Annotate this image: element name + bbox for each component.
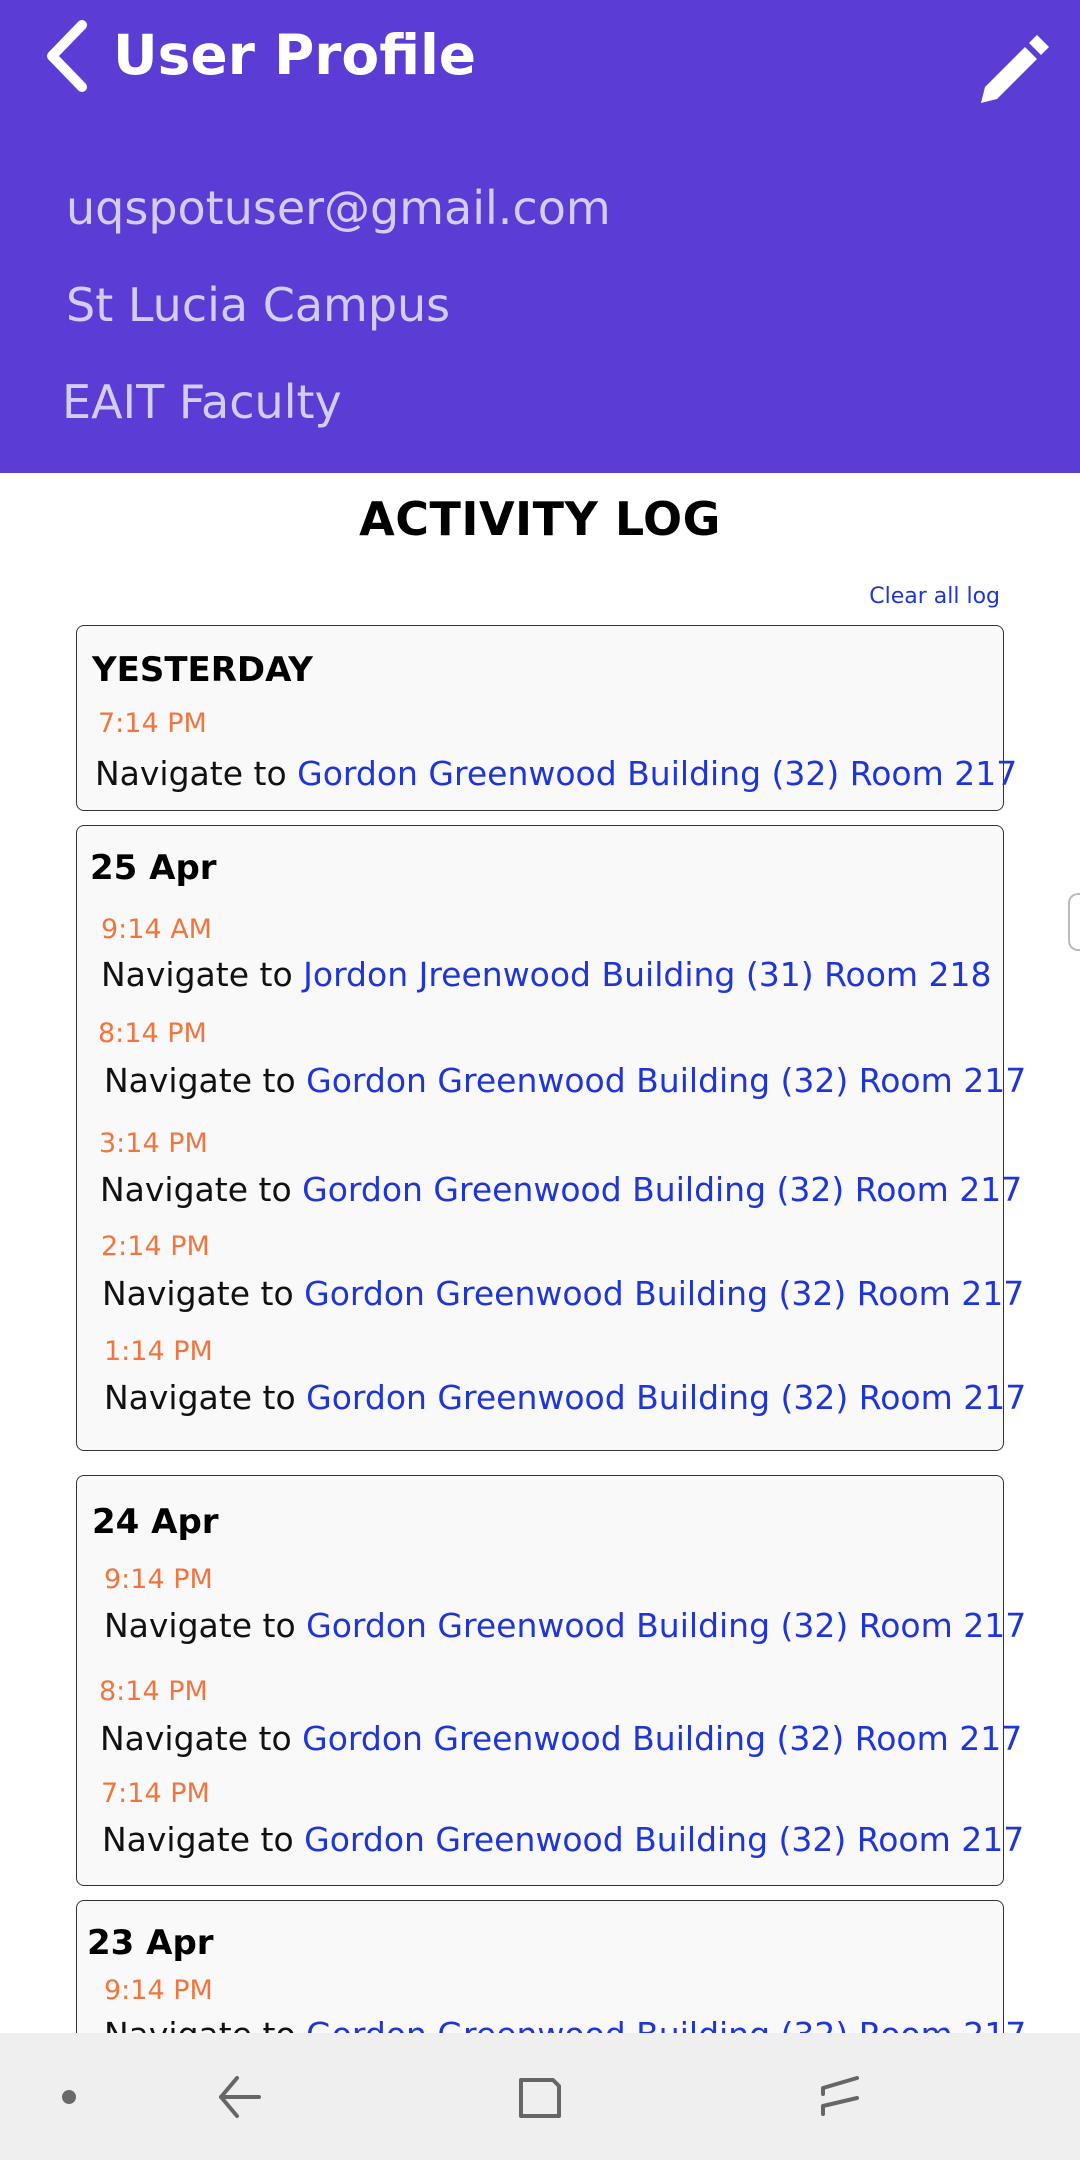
clear-log-link[interactable]: Clear all log (869, 582, 1000, 612)
entry-action: Navigate to (100, 1170, 292, 1209)
nav-recents-button[interactable] (800, 2033, 880, 2160)
activity-entry[interactable]: Navigate to Gordon Greenwood Building (3… (100, 1717, 1022, 1761)
entry-destination-link[interactable]: Jordon Jreenwood Building (31) Room 218 (303, 955, 991, 994)
system-navigation-bar (0, 2033, 1080, 2160)
card-date: 24 Apr (92, 1502, 219, 1542)
entry-time: 9:14 PM (104, 1564, 213, 1595)
card-date: 25 Apr (90, 848, 217, 888)
entry-action: Navigate to (104, 1606, 296, 1645)
entry-destination-link[interactable]: Gordon Greenwood Building (32) Room 217 (302, 1719, 1022, 1758)
entry-action: Navigate to (104, 1061, 296, 1100)
activity-entry[interactable]: Navigate to Gordon Greenwood Building (3… (100, 1168, 1022, 1212)
pencil-icon (981, 35, 1049, 103)
activity-log-title: ACTIVITY LOG (359, 492, 721, 546)
profile-email: uqspotuser@gmail.com (66, 181, 611, 235)
back-arrow-icon (219, 2075, 261, 2118)
nav-home-button[interactable] (500, 2033, 580, 2160)
activity-card-yesterday: YESTERDAY 7:14 PM Navigate to Gordon Gre… (76, 625, 1017, 811)
entry-destination-link[interactable]: Gordon Greenwood Building (32) Room 217 (306, 1378, 1026, 1417)
entry-time: 2:14 PM (101, 1231, 210, 1262)
profile-header: User Profile uqspotuser@gmail.com St Luc… (0, 0, 1080, 473)
activity-entry[interactable]: Navigate to Gordon Greenwood Building (3… (102, 1818, 1024, 1862)
entry-action: Navigate to (101, 955, 293, 994)
activity-entry[interactable]: Navigate to Gordon Greenwood Building (3… (104, 1376, 1026, 1420)
activity-entry[interactable]: Navigate to Jordon Jreenwood Building (3… (101, 953, 992, 997)
activity-card-25-apr: 25 Apr 9:14 AM Navigate to Jordon Jreenw… (76, 825, 1026, 1451)
nav-dot-button[interactable] (44, 2033, 94, 2160)
activity-entry[interactable]: Navigate to Gordon Greenwood Building (3… (102, 1272, 1024, 1316)
nav-back-button[interactable] (200, 2033, 280, 2160)
edit-profile-button[interactable] (972, 24, 1060, 112)
entry-destination-link[interactable]: Gordon Greenwood Building (32) Room 217 (304, 1820, 1024, 1859)
entry-action: Navigate to (102, 1274, 294, 1313)
card-date: 23 Apr (87, 1923, 214, 1963)
dot-icon (62, 2089, 76, 2104)
entry-action: Navigate to (100, 1719, 292, 1758)
entry-action: Navigate to (95, 754, 287, 793)
entry-time: 9:14 AM (101, 914, 212, 945)
entry-destination-link[interactable]: Gordon Greenwood Building (32) Room 217 (306, 1061, 1026, 1100)
chevron-left-icon (47, 20, 87, 92)
entry-action: Navigate to (104, 1378, 296, 1417)
entry-action: Navigate to (102, 1820, 294, 1859)
entry-time: 9:14 PM (104, 1975, 213, 2006)
entry-destination-link[interactable]: Gordon Greenwood Building (32) Room 217 (306, 1606, 1026, 1645)
recents-icon (821, 2075, 859, 2116)
home-square-icon (519, 2077, 561, 2118)
entry-time: 8:14 PM (98, 1018, 207, 1049)
entry-destination-link[interactable]: Gordon Greenwood Building (32) Room 217 (304, 1274, 1024, 1313)
activity-entry[interactable]: Navigate to Gordon Greenwood Building (3… (104, 1604, 1026, 1648)
entry-time: 7:14 PM (98, 708, 207, 739)
entry-time: 3:14 PM (99, 1128, 208, 1159)
entry-destination-link[interactable]: Gordon Greenwood Building (32) Room 217 (297, 754, 1017, 793)
activity-entry[interactable]: Navigate to Gordon Greenwood Building (3… (95, 752, 1017, 796)
entry-time: 7:14 PM (101, 1778, 210, 1809)
entry-time: 1:14 PM (104, 1336, 213, 1367)
page-title: User Profile (113, 23, 477, 87)
entry-destination-link[interactable]: Gordon Greenwood Building (32) Room 217 (302, 1170, 1022, 1209)
entry-time: 8:14 PM (99, 1676, 208, 1707)
profile-campus: St Lucia Campus (66, 278, 451, 332)
card-date: YESTERDAY (92, 650, 313, 690)
profile-faculty: EAIT Faculty (62, 375, 342, 429)
activity-card-24-apr: 24 Apr 9:14 PM Navigate to Gordon Greenw… (76, 1475, 1026, 1886)
activity-entry[interactable]: Navigate to Gordon Greenwood Building (3… (104, 1059, 1026, 1103)
back-button[interactable] (36, 16, 96, 96)
side-edge-handle[interactable] (1068, 893, 1080, 951)
